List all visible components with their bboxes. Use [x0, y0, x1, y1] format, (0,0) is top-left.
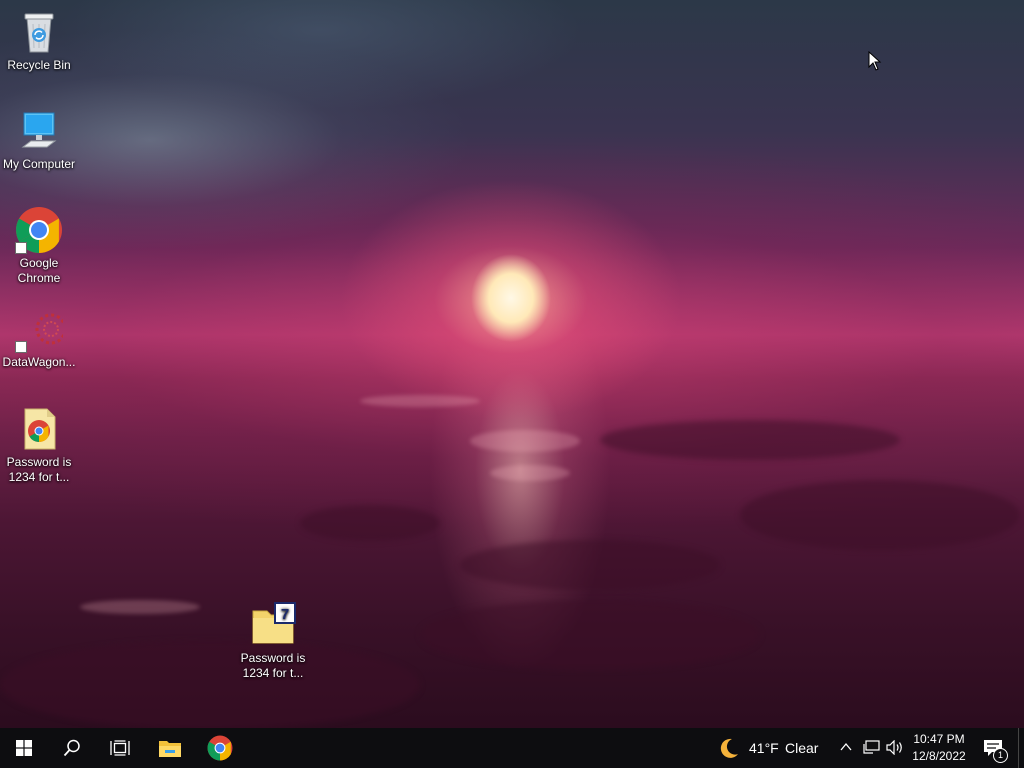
search-icon — [63, 739, 80, 757]
task-view-button[interactable] — [96, 728, 144, 768]
desktop-icon-password-archive[interactable]: 7 Password is 1234 for t... — [235, 601, 311, 681]
show-hidden-icons-button[interactable] — [836, 728, 856, 768]
desktop-icon-password-file[interactable]: Password is 1234 for t... — [1, 405, 77, 485]
desktop-icon-my-computer[interactable]: My Computer — [1, 107, 77, 172]
clock-time: 10:47 PM — [913, 732, 965, 746]
desktop-icon-label: Recycle Bin — [7, 58, 71, 72]
network-button[interactable] — [860, 728, 882, 768]
7zip-archive-icon: 7 — [249, 601, 297, 649]
taskbar: 41°F Clear 10:47 PM 12/8/2022 1 — [0, 728, 1024, 768]
chevron-up-icon — [840, 742, 852, 751]
shortcut-arrow-icon — [15, 341, 27, 353]
weather-temperature: 41°F — [749, 740, 779, 756]
clock[interactable]: 10:47 PM 12/8/2022 — [908, 731, 970, 765]
mouse-cursor-icon — [868, 50, 882, 76]
chrome-icon — [207, 735, 233, 761]
windows-logo-icon — [16, 740, 32, 756]
desktop-icon-datawagon[interactable]: DataWagon... — [1, 305, 77, 370]
start-button[interactable] — [0, 728, 48, 768]
moon-icon — [720, 738, 738, 758]
desktop-icon-label: Password is 1234 for t... — [6, 455, 72, 484]
volume-button[interactable] — [884, 728, 906, 768]
clock-date: 12/8/2022 — [912, 749, 966, 763]
chrome-icon — [15, 206, 63, 254]
shortcut-arrow-icon — [15, 242, 27, 254]
desktop-icon-label: Google Chrome — [17, 256, 61, 285]
weather-widget[interactable]: 41°F Clear — [712, 728, 828, 768]
recycle-bin-icon — [15, 8, 63, 56]
file-explorer-icon — [159, 741, 181, 757]
notifications-button[interactable]: 1 — [978, 728, 1012, 768]
desktop-wallpaper: Recycle Bin My Computer Google Chrome Da… — [0, 0, 1024, 728]
file-explorer-button[interactable] — [146, 728, 194, 768]
notification-count-badge: 1 — [993, 748, 1008, 763]
desktop-icon-recycle-bin[interactable]: Recycle Bin — [1, 8, 77, 73]
svg-text:7: 7 — [281, 606, 289, 623]
speaker-icon — [886, 740, 902, 755]
chrome-taskbar-button[interactable] — [196, 728, 244, 768]
desktop-icon-label: My Computer — [2, 157, 76, 171]
datawagon-icon — [15, 305, 67, 353]
desktop-icon-google-chrome[interactable]: Google Chrome — [1, 206, 77, 286]
computer-icon — [15, 107, 63, 155]
show-desktop-button[interactable] — [1018, 728, 1024, 768]
network-icon — [863, 740, 880, 754]
search-button[interactable] — [48, 728, 96, 768]
desktop-icon-label: DataWagon... — [2, 355, 76, 369]
desktop-icon-label: Password is 1234 for t... — [240, 651, 306, 680]
task-view-icon — [110, 740, 130, 756]
chrome-document-icon — [15, 405, 63, 453]
weather-condition: Clear — [785, 740, 819, 756]
